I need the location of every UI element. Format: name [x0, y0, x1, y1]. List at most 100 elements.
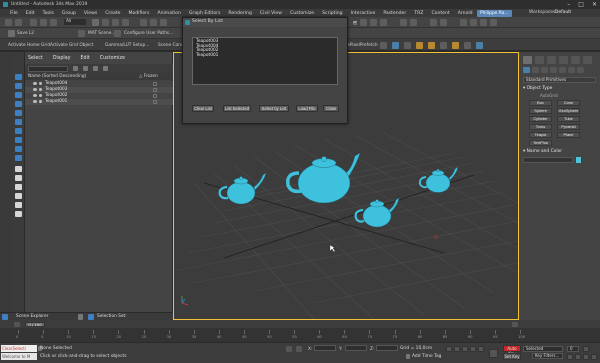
box-button[interactable]: Box — [529, 100, 552, 106]
zoom-viewport-icon[interactable] — [567, 354, 573, 360]
name-and-color-rollout[interactable]: ▾ Name and Color — [523, 149, 596, 155]
curve-editor-icon[interactable] — [440, 19, 447, 26]
menu-arnold[interactable]: Arnold — [454, 11, 477, 16]
display-invert-icon[interactable] — [15, 184, 22, 190]
filter-xrefs-icon[interactable] — [15, 137, 22, 143]
selection-filter-dropdown[interactable]: All — [64, 19, 86, 25]
configure-user-paths-button[interactable]: Configure User Paths... — [124, 31, 173, 36]
display-none-icon[interactable] — [15, 175, 22, 181]
utilities-tab-icon[interactable] — [583, 56, 592, 64]
graphite-tool-6-icon[interactable] — [440, 42, 447, 49]
object-type-rollout[interactable]: ▾ Object Type — [523, 86, 596, 92]
hierarchy-icon[interactable] — [103, 66, 108, 71]
filter-funnel-icon[interactable] — [15, 202, 22, 208]
column-name[interactable]: Name (Sorted Descending) — [28, 74, 86, 79]
layer-icon[interactable] — [83, 66, 88, 71]
time-slider-track[interactable] — [0, 320, 600, 328]
render-setup-icon[interactable] — [470, 19, 477, 26]
textplus-button[interactable]: TextPlus — [529, 140, 552, 146]
torus-button[interactable]: Torus — [529, 124, 552, 130]
tab-select[interactable]: Select — [28, 56, 43, 63]
motion-tab-icon[interactable] — [559, 56, 568, 64]
menu-rendering[interactable]: Rendering — [224, 11, 255, 16]
menu-edit[interactable]: Edit — [22, 11, 39, 16]
filter-cameras-icon[interactable] — [15, 101, 22, 107]
maxscript-listener-output[interactable]: Welcome to M — [1, 353, 37, 360]
menu-scripting[interactable]: Scripting — [318, 11, 346, 16]
menu-trz[interactable]: TRZ — [410, 11, 427, 16]
primitive-type-dropdown[interactable]: Standard Primitives — [523, 77, 596, 83]
dialog-close-icon[interactable]: ✕ — [353, 19, 357, 28]
filter-bones-icon[interactable] — [15, 146, 22, 152]
window-crossing-icon[interactable] — [122, 19, 129, 26]
y-coord-field[interactable] — [345, 345, 367, 351]
material-editor-icon[interactable] — [460, 19, 467, 26]
menu-interactive[interactable]: Interactive — [347, 11, 380, 16]
display-all-icon[interactable] — [15, 166, 22, 172]
prev-key-icon[interactable] — [454, 346, 460, 352]
sphere-button[interactable]: Sphere — [529, 108, 552, 114]
freeze-toggle[interactable] — [153, 100, 157, 104]
current-frame-field[interactable]: 0 — [567, 346, 579, 352]
list-selected-button[interactable]: List Selected — [223, 105, 251, 112]
teapot-object[interactable] — [285, 152, 361, 204]
set-key-button[interactable]: Set Key — [503, 353, 521, 360]
pyramid-button[interactable]: Pyramid — [557, 124, 580, 130]
tab-customize[interactable]: Customize — [100, 56, 125, 63]
create-tab-icon[interactable] — [523, 56, 532, 64]
set-key-big-icon[interactable] — [489, 349, 498, 358]
graphite-tool-4-icon[interactable] — [416, 42, 423, 49]
user-account-button[interactable]: Philippe Ra... — [477, 9, 512, 17]
scene-explorer-toggle-icon[interactable] — [430, 19, 437, 26]
hierarchy-tab-icon[interactable] — [547, 56, 556, 64]
shapes-icon[interactable] — [532, 67, 539, 73]
find-icon[interactable] — [73, 66, 78, 71]
mirror-icon[interactable] — [400, 19, 407, 26]
gamma-lut-setup-button[interactable]: Gamma/LUT Setup... — [105, 43, 149, 48]
align-icon[interactable] — [410, 19, 417, 26]
filter-geometry-icon[interactable] — [15, 74, 22, 80]
filter-spacewarps-icon[interactable] — [15, 119, 22, 125]
maximize-viewport-icon[interactable] — [591, 354, 597, 360]
graphite-tool-9-icon[interactable] — [476, 42, 483, 49]
plane-button[interactable]: Plane — [557, 132, 580, 138]
selection-lock-icon[interactable] — [296, 346, 302, 352]
menu-modifiers[interactable]: Modifiers — [124, 11, 153, 16]
load-file-button[interactable]: Load File — [296, 105, 318, 112]
next-frame-icon[interactable] — [512, 322, 518, 327]
sync-selection-icon[interactable] — [15, 193, 22, 199]
activate-home-grid-button[interactable]: Activate Home Grid — [8, 43, 50, 48]
graphite-tool-8-icon[interactable] — [464, 42, 471, 49]
menu-content[interactable]: Content — [427, 11, 453, 16]
angle-snap-icon[interactable] — [370, 19, 377, 26]
column-frozen[interactable]: △ Frozen — [139, 74, 158, 79]
filter-groups-icon[interactable] — [15, 128, 22, 134]
graphite-tool-5-icon[interactable] — [428, 42, 435, 49]
unlink-icon[interactable] — [40, 19, 47, 26]
go-to-end-icon[interactable] — [478, 346, 484, 352]
prev-frame-icon[interactable] — [14, 322, 20, 327]
menu-tools[interactable]: Tools — [39, 11, 58, 16]
menu-views[interactable]: Views — [80, 11, 101, 16]
menu-graph-editors[interactable]: Graph Editors — [185, 11, 225, 16]
mat-scene-icon[interactable] — [78, 30, 85, 37]
visibility-icon[interactable] — [33, 88, 37, 91]
object-color-swatch[interactable] — [576, 157, 581, 163]
time-tag-icon[interactable] — [406, 354, 410, 359]
visibility-icon[interactable] — [33, 82, 37, 85]
render-frame-icon[interactable] — [480, 19, 487, 26]
key-filters-button[interactable]: Key Filters... — [532, 353, 563, 359]
lights-icon[interactable] — [541, 67, 548, 73]
select-object-icon[interactable] — [92, 19, 99, 26]
rectangular-selection-icon[interactable] — [112, 19, 119, 26]
menu-pastender[interactable]: Pastender — [379, 11, 410, 16]
time-config-icon[interactable] — [583, 346, 589, 352]
freeze-toggle[interactable] — [153, 88, 157, 92]
modify-tab-icon[interactable] — [535, 56, 544, 64]
object-name-field[interactable] — [523, 157, 573, 163]
scene-explorer-dropdown[interactable]: Scene Explorer — [16, 314, 48, 319]
bind-space-warp-icon[interactable] — [50, 19, 57, 26]
visibility-icon[interactable] — [33, 100, 37, 103]
track-bar[interactable]: 0 5 10 15 20 25 30 35 40 45 50 55 60 65 70 75 80 85 90 95 10… — [0, 328, 600, 342]
menu-create[interactable]: Create — [101, 11, 124, 16]
